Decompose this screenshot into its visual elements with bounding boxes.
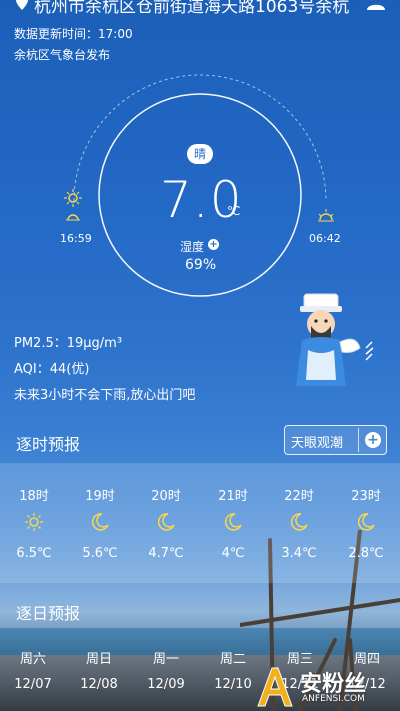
- weather-condition-badge: 晴: [187, 144, 213, 164]
- hour-item: 20时 4.7℃: [136, 463, 196, 583]
- hour-time: 20时: [151, 489, 181, 504]
- profile-icon[interactable]: [366, 0, 386, 10]
- moon-icon: [224, 513, 242, 531]
- humidity-label: 湿度: [180, 240, 205, 254]
- day-name: 周一: [152, 652, 179, 667]
- tide-watch-label: 天眼观潮: [291, 436, 344, 451]
- hour-time: 22时: [284, 489, 314, 504]
- hour-time: 21时: [218, 489, 248, 504]
- site-watermark: 安粉丝 ANFENSI.COM: [254, 660, 400, 711]
- hour-temperature: 6.5℃: [16, 546, 52, 561]
- current-temperature: 7.0: [160, 171, 243, 229]
- sunrise-time: 16:59: [60, 232, 92, 245]
- hour-time: 23时: [351, 489, 381, 504]
- sunset-time: 06:42: [309, 232, 341, 245]
- hour-time: 19时: [85, 489, 115, 504]
- hour-item: 21时 4℃: [203, 463, 263, 583]
- day-item[interactable]: 周二 12/10: [205, 648, 261, 692]
- hour-temperature: 4℃: [221, 546, 245, 561]
- hour-item: 19时 5.6℃: [70, 463, 130, 583]
- moon-icon: [290, 513, 308, 531]
- day-item[interactable]: 周日 12/08: [71, 648, 127, 692]
- add-icon[interactable]: +: [365, 432, 381, 448]
- update-time: 数据更新时间：17:00: [14, 27, 133, 41]
- day-date: 12/09: [147, 677, 185, 692]
- temperature-unit: ℃: [227, 204, 241, 218]
- hour-temperature: 5.6℃: [82, 546, 118, 561]
- hour-item: 23时 2.8℃: [336, 463, 396, 583]
- hour-item: 18时 6.5℃: [4, 463, 64, 583]
- moon-icon: [91, 513, 109, 531]
- hourly-forecast-panel[interactable]: 18时 6.5℃ 19时 5.6℃ 20时 4.7℃ 21时 4℃ 22时 3.…: [0, 463, 400, 583]
- watermark-subtext: ANFENSI.COM: [302, 694, 365, 704]
- location-pin-icon[interactable]: [14, 0, 30, 10]
- hour-temperature: 3.4℃: [281, 546, 317, 561]
- hour-time: 18时: [19, 489, 49, 504]
- day-name: 周六: [19, 652, 46, 667]
- moon-icon: [157, 513, 175, 531]
- day-item[interactable]: 周六 12/07: [5, 648, 61, 692]
- sun-position-icon: [64, 189, 82, 221]
- tide-button-divider: [358, 428, 359, 452]
- hour-temperature: 4.7℃: [148, 546, 184, 561]
- hour-item: 22时 3.4℃: [269, 463, 329, 583]
- daily-forecast-title: 逐日预报: [16, 604, 81, 623]
- header-bar: 杭州市余杭区仓前街道海天路1063号余杭: [0, 0, 400, 17]
- pm25-reading: PM2.5：19μg/m³: [14, 336, 123, 351]
- rain-advice: 未来3小时不会下雨,放心出门吧: [14, 388, 196, 403]
- watermark-logo-icon: [257, 667, 293, 707]
- publisher-label: 余杭区气象台发布: [14, 48, 111, 62]
- day-item[interactable]: 周一 12/09: [138, 648, 194, 692]
- hourly-forecast-title: 逐时预报: [16, 435, 81, 454]
- day-date: 12/07: [14, 677, 52, 692]
- aqi-reading: AQI：44(优): [14, 362, 90, 377]
- humidity-value: 69%: [185, 257, 217, 273]
- location-text[interactable]: 杭州市余杭区仓前街道海天路1063号余杭: [34, 0, 354, 17]
- tide-watch-button[interactable]: 天眼观潮 +: [284, 425, 387, 455]
- sun-icon: [25, 513, 43, 531]
- moon-icon: [357, 513, 375, 531]
- day-date: 12/10: [214, 677, 252, 692]
- mascot-character[interactable]: [286, 290, 376, 390]
- humidity-expand-icon[interactable]: +: [208, 239, 219, 250]
- sunset-icon: [318, 209, 334, 222]
- day-date: 12/08: [80, 677, 118, 692]
- hour-temperature: 2.8℃: [348, 546, 384, 561]
- day-name: 周日: [85, 652, 112, 667]
- day-name: 周二: [219, 652, 246, 667]
